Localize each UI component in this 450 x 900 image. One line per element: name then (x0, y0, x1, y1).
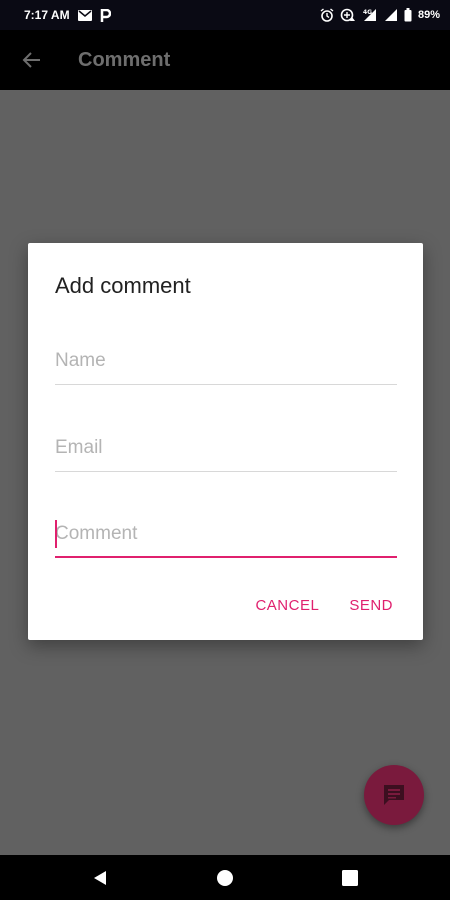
signal-4g-icon: 4G (362, 8, 378, 22)
data-saver-icon (340, 8, 356, 22)
email-underline (55, 471, 397, 472)
app-title: Comment (78, 48, 171, 71)
status-left: 7:17 AM (24, 8, 111, 22)
comment-icon (384, 785, 404, 805)
send-button[interactable]: SEND (349, 597, 393, 614)
name-field[interactable] (55, 341, 397, 385)
nav-back-icon (94, 870, 106, 885)
nav-bar (0, 855, 450, 900)
mail-icon (77, 9, 92, 21)
nav-recent-icon (342, 869, 358, 886)
back-button[interactable] (2, 30, 62, 90)
arrow-left-icon (22, 52, 40, 68)
name-input[interactable] (55, 341, 397, 381)
status-time: 7:17 AM (24, 8, 70, 22)
p-app-icon (100, 8, 111, 22)
comment-input[interactable] (55, 514, 397, 554)
battery-icon (404, 8, 412, 22)
comment-fab[interactable] (364, 765, 424, 825)
name-underline (55, 384, 397, 385)
screen: 7:17 AM 4G 89% Comment Add comment Name … (0, 0, 450, 900)
status-bar: 7:17 AM 4G 89% (0, 0, 450, 30)
add-comment-dialog: Add comment CANCEL SEND (28, 243, 423, 640)
email-input[interactable] (55, 428, 397, 468)
signal-icon (384, 8, 398, 22)
comment-underline (55, 556, 397, 558)
email-field[interactable] (55, 428, 397, 472)
nav-home-button[interactable] (195, 855, 255, 900)
cancel-button[interactable]: CANCEL (255, 597, 319, 614)
svg-text:4G: 4G (363, 9, 372, 16)
battery-percent: 89% (417, 9, 440, 21)
comment-field[interactable] (55, 514, 397, 558)
alarm-icon (320, 8, 334, 22)
dialog-title: Add comment (55, 273, 191, 298)
dialog-actions: CANCEL SEND (255, 597, 393, 614)
text-cursor (55, 520, 57, 548)
nav-back-button[interactable] (70, 855, 130, 900)
status-right: 4G 89% (320, 8, 440, 22)
nav-home-icon (217, 869, 233, 886)
nav-recent-button[interactable] (320, 855, 380, 900)
app-bar: Comment (0, 30, 450, 90)
